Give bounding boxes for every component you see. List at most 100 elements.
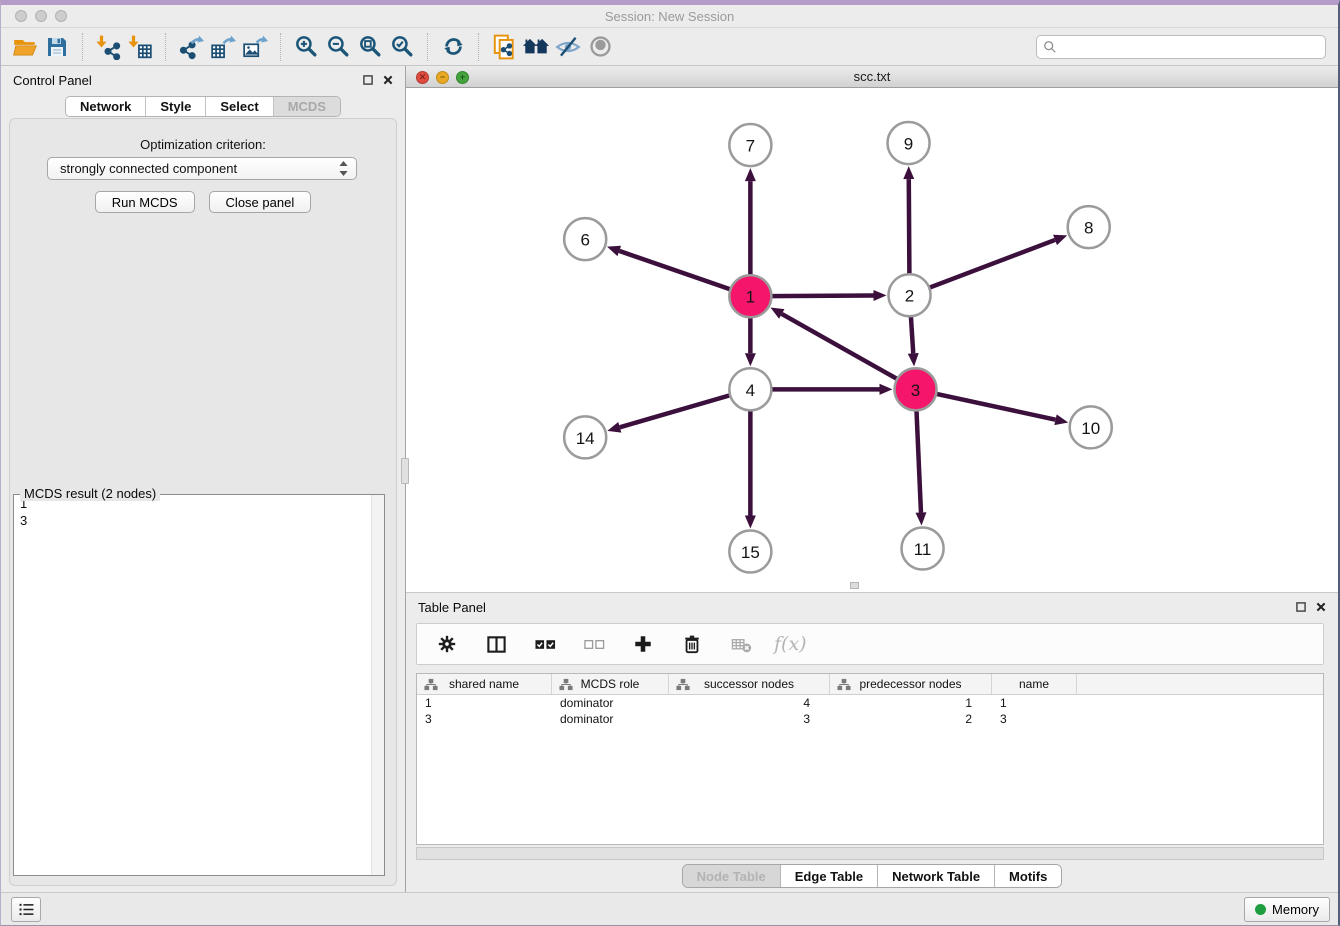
control-panel: Control Panel Network Style Select MCDS … <box>1 66 406 892</box>
tab-network[interactable]: Network <box>66 97 145 116</box>
graph-edge-4-3[interactable] <box>768 384 892 395</box>
graph-edge-1-6[interactable] <box>607 246 733 291</box>
result-scrollbar[interactable] <box>371 495 384 875</box>
export-table-button[interactable] <box>207 31 239 63</box>
graph-edge-1-4[interactable] <box>745 315 756 367</box>
memory-button[interactable]: Memory <box>1244 897 1330 922</box>
zoom-selected-button[interactable] <box>386 31 418 63</box>
graph-node-6[interactable]: 6 <box>564 219 606 261</box>
cell-mcds-role[interactable]: dominator <box>552 695 669 711</box>
graph-edge-1-2[interactable] <box>768 290 886 301</box>
graph-edge-3-1[interactable] <box>770 308 899 381</box>
zoom-window-button[interactable] <box>55 10 67 22</box>
network-close-button[interactable]: ✕ <box>416 71 429 84</box>
split-view-button[interactable] <box>480 628 512 660</box>
graph-node-10[interactable]: 10 <box>1070 407 1112 449</box>
tab-mcds[interactable]: MCDS <box>273 97 340 116</box>
column-header-successor-nodes[interactable]: successor nodes <box>669 674 830 694</box>
graph-node-7[interactable]: 7 <box>729 125 771 167</box>
close-panel-icon[interactable] <box>383 75 393 85</box>
zoom-out-button[interactable] <box>322 31 354 63</box>
column-header-shared-name[interactable]: shared name <box>417 674 552 694</box>
preview-eye-button[interactable] <box>584 31 616 63</box>
close-window-button[interactable] <box>15 10 27 22</box>
network-maximize-button[interactable]: + <box>456 71 469 84</box>
export-network-button[interactable] <box>175 31 207 63</box>
graph-node-15[interactable]: 15 <box>729 531 771 573</box>
tab-edge-table[interactable]: Edge Table <box>780 865 877 887</box>
export-image-button[interactable] <box>239 31 271 63</box>
float-panel-icon[interactable] <box>1296 602 1306 612</box>
tab-motifs[interactable]: Motifs <box>994 865 1061 887</box>
tab-network-table[interactable]: Network Table <box>877 865 994 887</box>
tab-node-table[interactable]: Node Table <box>683 865 780 887</box>
close-panel-button[interactable]: Close panel <box>209 191 312 213</box>
graph-edge-4-15[interactable] <box>745 408 756 529</box>
unselect-all-columns-button[interactable] <box>578 628 610 660</box>
select-all-columns-button[interactable] <box>529 628 561 660</box>
cell-successor-nodes[interactable]: 3 <box>669 711 830 727</box>
graph-node-2[interactable]: 2 <box>889 275 931 317</box>
mcds-result-item[interactable]: 3 <box>14 512 384 529</box>
network-canvas[interactable]: 1 2 3 4 6 7 8 9 10 11 14 15 <box>406 88 1338 592</box>
toolbar-separator <box>280 33 281 61</box>
column-header-predecessor-nodes[interactable]: predecessor nodes <box>830 674 992 694</box>
network-home-button[interactable] <box>520 31 552 63</box>
import-table-button[interactable] <box>124 31 156 63</box>
graph-node-3[interactable]: 3 <box>895 369 937 411</box>
graph-node-11[interactable]: 11 <box>902 528 944 570</box>
canvas-scroll-thumb[interactable] <box>850 582 859 589</box>
task-history-button[interactable] <box>11 897 41 922</box>
cell-successor-nodes[interactable]: 4 <box>669 695 830 711</box>
add-column-button[interactable] <box>627 628 659 660</box>
function-builder-button[interactable]: f(x) <box>774 633 807 655</box>
graph-edge-2-9[interactable] <box>903 167 914 278</box>
search-input[interactable] <box>1057 40 1319 55</box>
table-scrollbar-track[interactable] <box>416 847 1324 860</box>
splitter-handle[interactable] <box>401 458 409 484</box>
search-field[interactable] <box>1036 35 1326 59</box>
import-network-button[interactable] <box>92 31 124 63</box>
open-session-button[interactable] <box>9 31 41 63</box>
delete-column-button[interactable] <box>676 628 708 660</box>
table-row[interactable]: 1 dominator 4 1 1 <box>417 695 1323 711</box>
minimize-window-button[interactable] <box>35 10 47 22</box>
tab-select[interactable]: Select <box>205 97 272 116</box>
criterion-dropdown[interactable]: strongly connected component <box>47 157 357 180</box>
column-header-mcds-role[interactable]: MCDS role <box>552 674 669 694</box>
clone-network-button[interactable] <box>488 31 520 63</box>
graph-edge-1-7[interactable] <box>745 169 756 279</box>
delete-table-button[interactable] <box>725 628 757 660</box>
graph-edge-3-11[interactable] <box>915 408 926 526</box>
table-settings-button[interactable] <box>431 628 463 660</box>
tab-style[interactable]: Style <box>145 97 205 116</box>
graph-node-14[interactable]: 14 <box>564 417 606 459</box>
graph-edge-2-8[interactable] <box>926 235 1067 289</box>
graph-node-8[interactable]: 8 <box>1068 207 1110 249</box>
apply-preferred-layout-button[interactable] <box>437 31 469 63</box>
save-session-button[interactable] <box>41 31 73 63</box>
graph-edge-3-10[interactable] <box>933 394 1068 426</box>
zoom-fit-button[interactable] <box>354 31 386 63</box>
graph-edge-2-3[interactable] <box>908 314 919 367</box>
cell-mcds-role[interactable]: dominator <box>552 711 669 727</box>
graph-node-4[interactable]: 4 <box>729 369 771 411</box>
graph-node-1[interactable]: 1 <box>729 276 771 318</box>
table-row[interactable]: 3 dominator 3 2 3 <box>417 711 1323 727</box>
cell-name[interactable]: 1 <box>992 695 1077 711</box>
cell-shared-name[interactable]: 1 <box>417 695 552 711</box>
close-panel-icon[interactable] <box>1316 602 1326 612</box>
cell-predecessor-nodes[interactable]: 1 <box>830 695 992 711</box>
column-header-name[interactable]: name <box>992 674 1077 694</box>
zoom-in-button[interactable] <box>290 31 322 63</box>
cell-shared-name[interactable]: 3 <box>417 711 552 727</box>
float-panel-icon[interactable] <box>363 75 373 85</box>
hide-visual-details-button[interactable] <box>552 31 584 63</box>
network-minimize-button[interactable]: − <box>436 71 449 84</box>
cell-name[interactable]: 3 <box>992 711 1077 727</box>
graph-node-9[interactable]: 9 <box>888 123 930 165</box>
cell-predecessor-nodes[interactable]: 2 <box>830 711 992 727</box>
graph-edge-4-14[interactable] <box>607 395 733 433</box>
network-window-title: scc.txt <box>854 69 891 84</box>
run-mcds-button[interactable]: Run MCDS <box>95 191 195 213</box>
